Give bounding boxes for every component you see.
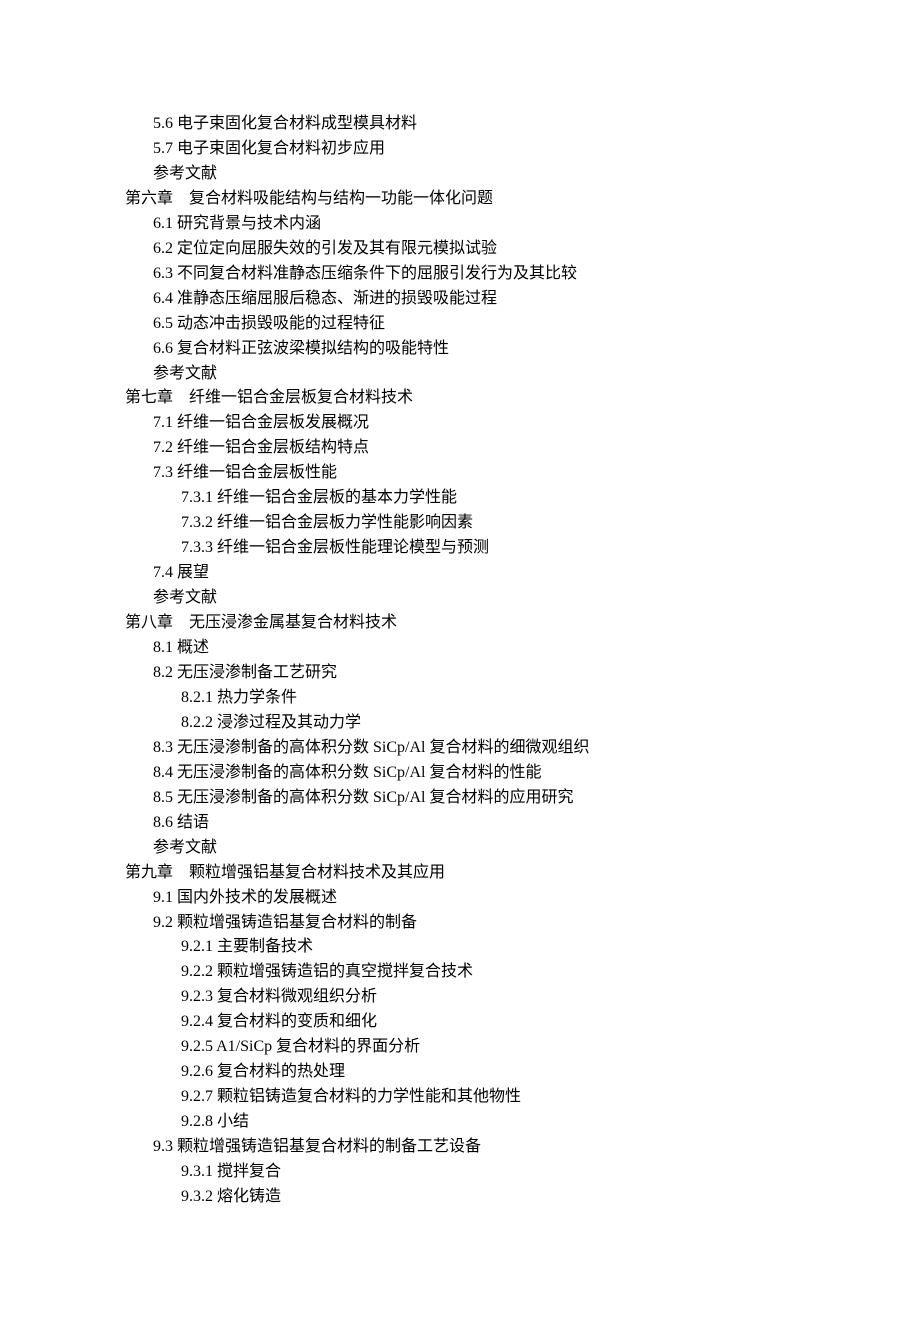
toc-line: 参考文献	[153, 586, 800, 611]
toc-line: 9.2.6 复合材料的热处理	[181, 1060, 800, 1085]
toc-line: 8.3 无压浸渗制备的高体积分数 SiCp/Al 复合材料的细微观组织	[153, 736, 800, 761]
toc-line: 9.3 颗粒增强铸造铝基复合材料的制备工艺设备	[153, 1135, 800, 1160]
toc-line: 8.6 结语	[153, 811, 800, 836]
toc-line: 5.6 电子束固化复合材料成型模具材料	[153, 112, 800, 137]
toc-line: 7.3.3 纤维一铝合金层板性能理论模型与预测	[181, 536, 800, 561]
toc-line: 9.2.2 颗粒增强铸造铝的真空搅拌复合技术	[181, 960, 800, 985]
toc-line: 9.2.4 复合材料的变质和细化	[181, 1010, 800, 1035]
toc-line: 7.3.1 纤维一铝合金层板的基本力学性能	[181, 486, 800, 511]
toc-line: 6.5 动态冲击损毁吸能的过程特征	[153, 312, 800, 337]
toc-line: 7.3 纤维一铝合金层板性能	[153, 461, 800, 486]
toc-line: 参考文献	[153, 362, 800, 387]
toc-line: 9.2.7 颗粒铝铸造复合材料的力学性能和其他物性	[181, 1085, 800, 1110]
toc-line: 9.2.5 A1/SiCp 复合材料的界面分析	[181, 1035, 800, 1060]
toc-line: 9.1 国内外技术的发展概述	[153, 886, 800, 911]
toc-list: 5.6 电子束固化复合材料成型模具材料5.7 电子束固化复合材料初步应用参考文献…	[125, 112, 800, 1210]
toc-line: 9.3.1 搅拌复合	[181, 1160, 800, 1185]
toc-line: 8.2.1 热力学条件	[181, 686, 800, 711]
toc-line: 8.2 无压浸渗制备工艺研究	[153, 661, 800, 686]
toc-line: 9.3.2 熔化铸造	[181, 1185, 800, 1210]
toc-line: 8.1 概述	[153, 636, 800, 661]
toc-line: 8.2.2 浸渗过程及其动力学	[181, 711, 800, 736]
toc-line: 6.4 准静态压缩屈服后稳态、渐进的损毁吸能过程	[153, 287, 800, 312]
toc-line: 9.2.1 主要制备技术	[181, 935, 800, 960]
toc-line: 6.1 研究背景与技术内涵	[153, 212, 800, 237]
toc-line: 9.2.8 小结	[181, 1110, 800, 1135]
toc-line: 第九章 颗粒增强铝基复合材料技术及其应用	[125, 861, 800, 886]
toc-line: 第七章 纤维一铝合金层板复合材料技术	[125, 386, 800, 411]
toc-line: 参考文献	[153, 162, 800, 187]
toc-line: 7.1 纤维一铝合金层板发展概况	[153, 411, 800, 436]
toc-line: 5.7 电子束固化复合材料初步应用	[153, 137, 800, 162]
toc-page: 5.6 电子束固化复合材料成型模具材料5.7 电子束固化复合材料初步应用参考文献…	[0, 0, 920, 1330]
toc-line: 6.6 复合材料正弦波梁模拟结构的吸能特性	[153, 337, 800, 362]
toc-line: 8.4 无压浸渗制备的高体积分数 SiCp/Al 复合材料的性能	[153, 761, 800, 786]
toc-line: 9.2.3 复合材料微观组织分析	[181, 985, 800, 1010]
toc-line: 7.4 展望	[153, 561, 800, 586]
toc-line: 参考文献	[153, 836, 800, 861]
toc-line: 9.2 颗粒增强铸造铝基复合材料的制备	[153, 911, 800, 936]
toc-line: 6.2 定位定向屈服失效的引发及其有限元模拟试验	[153, 237, 800, 262]
toc-line: 6.3 不同复合材料准静态压缩条件下的屈服引发行为及其比较	[153, 262, 800, 287]
toc-line: 第八章 无压浸渗金属基复合材料技术	[125, 611, 800, 636]
toc-line: 7.2 纤维一铝合金层板结构特点	[153, 436, 800, 461]
toc-line: 7.3.2 纤维一铝合金层板力学性能影响因素	[181, 511, 800, 536]
toc-line: 第六章 复合材料吸能结构与结构一功能一体化问题	[125, 187, 800, 212]
toc-line: 8.5 无压浸渗制备的高体积分数 SiCp/Al 复合材料的应用研究	[153, 786, 800, 811]
